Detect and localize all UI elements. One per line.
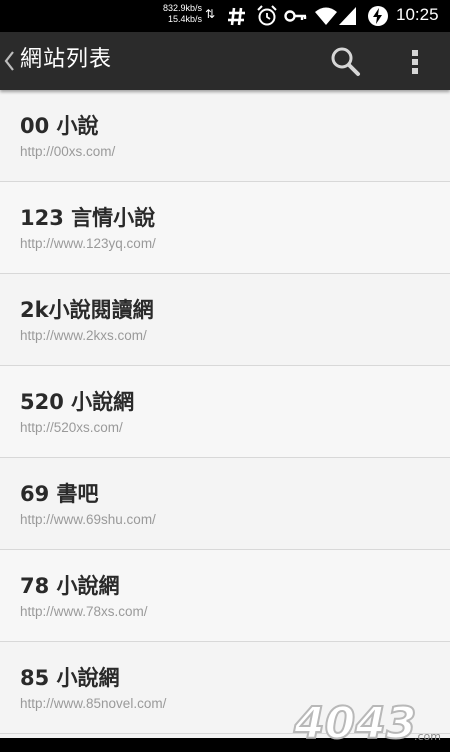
network-speed: 832.9kb/s 15.4kb/s: [142, 3, 202, 25]
action-bar: 網站列表: [0, 32, 450, 90]
site-url: http://520xs.com/: [20, 420, 123, 435]
signal-icon: [339, 7, 356, 25]
watermark-suffix: .com: [414, 730, 441, 743]
status-bar: 832.9kb/s 15.4kb/s ⇅ 10:25: [0, 0, 450, 32]
list-item[interactable]: 00 小說 http://00xs.com/: [0, 90, 450, 182]
watermark-logo: 4043 .com: [292, 697, 441, 750]
site-name: 78 小說網: [20, 574, 120, 598]
list-item[interactable]: 2k小說閱讀網 http://www.2kxs.com/: [0, 274, 450, 366]
site-url: http://www.78xs.com/: [20, 604, 148, 619]
site-url: http://www.123yq.com/: [20, 236, 156, 251]
list-item[interactable]: 123 言情小說 http://www.123yq.com/: [0, 182, 450, 274]
site-url: http://www.69shu.com/: [20, 512, 156, 527]
site-url: http://www.85novel.com/: [20, 696, 167, 711]
page-title[interactable]: 網站列表: [20, 45, 112, 75]
list-item[interactable]: 78 小說網 http://www.78xs.com/: [0, 550, 450, 642]
clock: 10:25: [396, 5, 439, 24]
site-list: 00 小說 http://00xs.com/ 123 言情小說 http://w…: [0, 90, 450, 734]
battery-charging-icon: [368, 6, 388, 26]
list-item[interactable]: 69 書吧 http://www.69shu.com/: [0, 458, 450, 550]
alarm-icon: [257, 5, 277, 26]
site-name: 85 小說網: [20, 666, 120, 690]
wifi-icon: [315, 7, 337, 25]
site-name: 2k小說閱讀網: [20, 298, 154, 322]
watermark-text: 4043: [293, 698, 416, 749]
more-vertical-icon[interactable]: [404, 45, 426, 79]
site-name: 520 小說網: [20, 390, 135, 414]
key-icon: [284, 10, 307, 22]
upload-speed: 15.4kb/s: [167, 14, 202, 24]
site-name: 69 書吧: [20, 482, 99, 506]
hash-icon: [228, 7, 245, 26]
site-url: http://00xs.com/: [20, 144, 116, 159]
search-icon[interactable]: [328, 44, 362, 78]
list-item[interactable]: 520 小說網 http://520xs.com/: [0, 366, 450, 458]
site-url: http://www.2kxs.com/: [20, 328, 147, 343]
download-speed: 832.9kb/s: [162, 3, 202, 13]
site-name: 123 言情小說: [20, 206, 156, 230]
data-transfer-icon: ⇅: [205, 7, 216, 21]
chevron-left-icon[interactable]: [2, 49, 16, 73]
site-name: 00 小說: [20, 114, 99, 138]
